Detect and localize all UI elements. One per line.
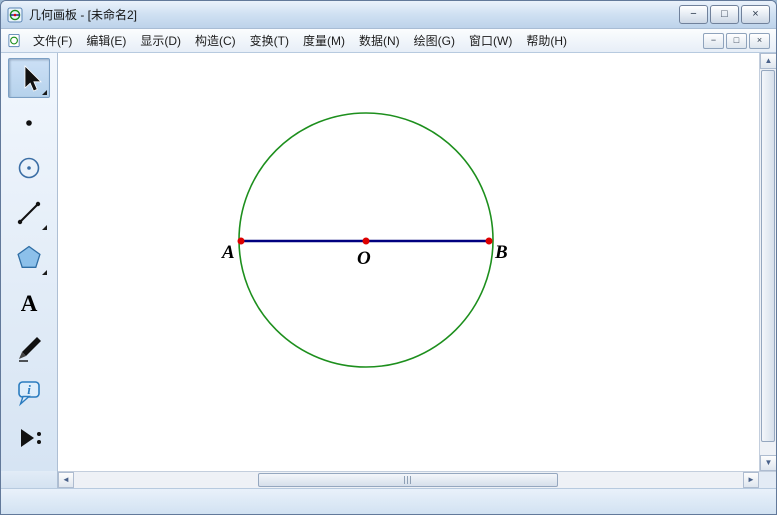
menu-measure[interactable]: 度量(M) <box>296 28 352 53</box>
close-button[interactable]: × <box>741 5 770 24</box>
information-tool[interactable]: i <box>8 373 50 413</box>
maximize-button[interactable]: □ <box>710 5 739 24</box>
horizontal-scrollbar[interactable]: ◄ ► <box>58 471 759 488</box>
point-O[interactable] <box>363 238 370 245</box>
menu-file[interactable]: 文件(F) <box>26 28 79 53</box>
point-A[interactable] <box>238 238 245 245</box>
toolbar-spacer <box>1 471 58 488</box>
custom-tool[interactable] <box>8 418 50 458</box>
menu-help[interactable]: 帮助(H) <box>519 28 574 53</box>
vertical-scrollbar[interactable]: ▲ ▼ <box>759 53 776 471</box>
child-restore-button[interactable]: □ <box>726 33 747 49</box>
window-title: 几何画板 - [未命名2] <box>29 6 137 23</box>
horizontal-scrollbar-row: ◄ ► <box>1 471 776 488</box>
marker-icon <box>14 333 44 363</box>
selection-arrow-icon <box>14 63 44 93</box>
document-icon <box>7 33 22 48</box>
child-window-controls: − □ × <box>703 33 772 49</box>
main-content: A i <box>1 53 776 471</box>
menu-edit[interactable]: 编辑(E) <box>79 28 133 53</box>
menu-graph[interactable]: 绘图(G) <box>407 28 462 53</box>
scrollbar-corner <box>759 471 776 488</box>
polygon-icon <box>13 242 45 274</box>
custom-tool-icon <box>13 422 45 454</box>
app-window: 几何画板 - [未命名2] − □ × 文件(F) 编辑(E) 显示(D) 构造… <box>0 0 777 515</box>
tool-palette: A i <box>1 53 58 471</box>
scroll-down-button[interactable]: ▼ <box>760 455 777 471</box>
child-close-button[interactable]: × <box>749 33 770 49</box>
polygon-tool[interactable] <box>8 238 50 278</box>
child-minimize-button[interactable]: − <box>703 33 724 49</box>
straightedge-tool[interactable] <box>8 193 50 233</box>
status-bar <box>1 488 776 514</box>
label-O[interactable]: O <box>357 248 371 269</box>
text-tool[interactable]: A <box>8 283 50 323</box>
sketch-drawing: A O B <box>58 53 759 471</box>
label-A[interactable]: A <box>221 242 235 263</box>
point-tool[interactable] <box>8 103 50 143</box>
svg-text:i: i <box>27 382 31 397</box>
compass-icon <box>14 153 44 183</box>
flyout-indicator <box>42 225 47 230</box>
minimize-button[interactable]: − <box>679 5 708 24</box>
selection-arrow-tool[interactable] <box>8 58 50 98</box>
app-icon <box>7 7 23 23</box>
window-controls: − □ × <box>679 5 770 24</box>
flyout-indicator <box>42 90 47 95</box>
menu-data[interactable]: 数据(N) <box>352 28 407 53</box>
menu-construct[interactable]: 构造(C) <box>188 28 243 53</box>
point-icon <box>14 108 44 138</box>
compass-tool[interactable] <box>8 148 50 188</box>
marker-tool[interactable] <box>8 328 50 368</box>
title-bar[interactable]: 几何画板 - [未命名2] − □ × <box>1 1 776 29</box>
menu-display[interactable]: 显示(D) <box>133 28 188 53</box>
menu-transform[interactable]: 变换(T) <box>243 28 296 53</box>
point-B[interactable] <box>486 238 493 245</box>
information-icon: i <box>13 377 45 409</box>
scroll-left-button[interactable]: ◄ <box>58 472 74 488</box>
scroll-up-button[interactable]: ▲ <box>760 53 777 69</box>
horizontal-scroll-thumb[interactable] <box>258 473 558 487</box>
scroll-right-button[interactable]: ► <box>743 472 759 488</box>
menu-window[interactable]: 窗口(W) <box>462 28 519 53</box>
flyout-indicator <box>42 270 47 275</box>
vertical-scroll-thumb[interactable] <box>761 70 775 442</box>
straightedge-icon <box>14 198 44 228</box>
text-tool-glyph: A <box>21 292 38 315</box>
label-B[interactable]: B <box>494 242 508 263</box>
scroll-grip-icon <box>404 476 413 484</box>
menu-bar: 文件(F) 编辑(E) 显示(D) 构造(C) 变换(T) 度量(M) 数据(N… <box>1 29 776 53</box>
sketch-canvas[interactable]: A O B <box>58 53 759 471</box>
